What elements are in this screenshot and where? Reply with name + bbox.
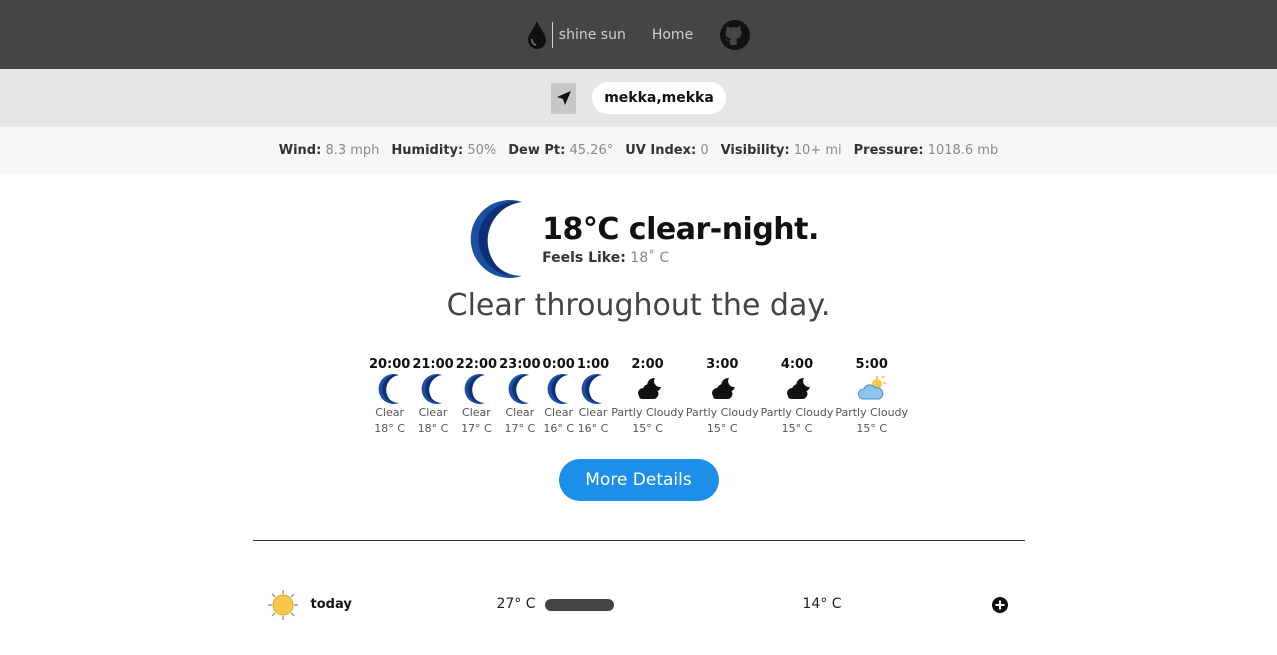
stat-pressure: Pressure: 1018.6 mb [853, 143, 999, 158]
hour-condition: Clear [462, 406, 491, 419]
feels-like: Feels Like: 18˚ C [542, 250, 670, 266]
hour-temp: 17° C [461, 422, 492, 435]
top-nav: shine sun Home [0, 0, 1277, 69]
location-bar [0, 69, 1277, 127]
hour-temp: 15° C [781, 422, 813, 435]
hourly-item: 4:00 Partly Cloudy 15° C [761, 357, 834, 435]
hourly-item: 22:00 Clear 17° C [456, 357, 497, 435]
moon-icon [470, 200, 523, 278]
current-title: 18°C clear-night. [542, 212, 819, 247]
hour-condition: Clear [375, 406, 405, 419]
hour-temp: 18° C [374, 422, 405, 435]
hour-condition: Clear [578, 406, 608, 419]
temp-range-bar [544, 599, 614, 611]
more-details-button[interactable]: More Details [558, 459, 719, 501]
hourly-item: 3:00 Partly Cloudy 15° C [686, 357, 759, 435]
hour-condition: Clear [544, 406, 574, 419]
stat-dew-point: Dew Pt: 45.26° [508, 143, 614, 158]
home-link[interactable]: Home [652, 27, 693, 43]
hour-condition: Partly Cloudy [611, 406, 684, 419]
github-icon[interactable] [719, 19, 751, 51]
hour-temp: 15° C [632, 422, 663, 435]
stat-visibility: Visibility: 10+ mi [720, 143, 842, 158]
hourly-item: 23:00 Clear 17° C [499, 357, 540, 435]
moon-icon [375, 373, 405, 405]
stat-uv-index: UV Index: 0 [625, 143, 709, 158]
brand-name: shine sun [558, 26, 626, 43]
hour-temp: 15° C [706, 422, 738, 435]
hour-time: 22:00 [455, 357, 498, 372]
current-weather: 18°C clear-night. Feels Like: 18˚ C [0, 198, 1277, 280]
conditions-row: Wind: 8.3 mph Humidity: 50% Dew Pt: 45.2… [0, 127, 1277, 174]
day-summary: Clear throughout the day. [446, 288, 831, 323]
hour-time: 23:00 [499, 357, 541, 372]
hourly-item: 5:00 Partly Cloudy 15° C [835, 357, 908, 435]
low-temp: 14° C [802, 596, 842, 612]
moon-icon [578, 373, 608, 405]
hour-condition: Clear [418, 406, 448, 419]
locate-button[interactable] [551, 82, 576, 114]
high-temp: 27° C [496, 596, 536, 612]
daily-row[interactable]: today 27° C 14° C [253, 589, 1025, 621]
hourly-item: 1:00 Clear 16° C [577, 357, 609, 435]
hourly-item: 21:00 Clear 18° C [412, 357, 453, 435]
stat-wind: Wind: 8.3 mph [278, 143, 380, 158]
hourly-forecast: 20:00 Clear 18° C 21:00 Clear 18° C 22:00 Clear… [0, 357, 1277, 435]
hour-temp: 17° C [504, 422, 536, 435]
hour-temp: 18° C [417, 422, 449, 435]
hour-time: 20:00 [368, 357, 411, 372]
hour-condition: Partly Cloudy [685, 406, 759, 419]
cloudy-night-icon [633, 373, 663, 405]
hourly-item: 0:00 Clear 16° C [543, 357, 575, 435]
hour-time: 4:00 [780, 357, 814, 372]
brand-divider [551, 21, 553, 48]
hour-time: 1:00 [576, 357, 610, 372]
day-label: today [310, 597, 352, 612]
location-arrow-icon [556, 91, 571, 105]
moon-icon [461, 373, 491, 405]
moon-icon [505, 373, 535, 405]
hour-time: 3:00 [706, 357, 739, 372]
hour-temp: 16° C [577, 422, 609, 435]
cloudy-day-icon [857, 373, 887, 405]
hour-condition: Clear [505, 406, 535, 419]
sun-icon [267, 590, 298, 620]
moon-icon [544, 373, 574, 405]
hour-temp: 15° C [856, 422, 888, 435]
hour-temp: 16° C [543, 422, 575, 435]
cloudy-night-icon [707, 373, 737, 405]
hour-time: 5:00 [855, 357, 888, 372]
stat-humidity: Humidity: 50% [391, 143, 497, 158]
moon-icon [418, 373, 448, 405]
water-drop-icon [527, 20, 546, 49]
cloudy-night-icon [782, 373, 812, 405]
city-input[interactable] [592, 82, 726, 114]
brand-link[interactable]: shine sun [526, 20, 626, 50]
hour-time: 21:00 [412, 357, 454, 372]
hour-condition: Partly Cloudy [835, 406, 909, 419]
hour-time: 2:00 [631, 357, 664, 372]
divider [252, 540, 1025, 541]
hourly-item: 20:00 Clear 18° C [369, 357, 410, 435]
expand-plus-icon[interactable] [991, 597, 1008, 613]
hour-time: 0:00 [542, 357, 575, 372]
hourly-item: 2:00 Partly Cloudy 15° C [611, 357, 684, 435]
hour-condition: Partly Cloudy [760, 406, 834, 419]
